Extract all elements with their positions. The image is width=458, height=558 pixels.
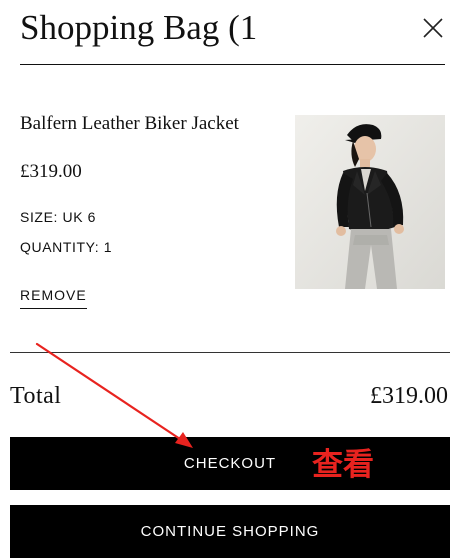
close-icon[interactable] (422, 17, 444, 39)
total-value: £319.00 (370, 383, 448, 409)
annotation-label: 查看 (312, 447, 374, 483)
page-title: Shopping Bag (1 (20, 8, 258, 47)
decorative-dot (180, 296, 182, 298)
continue-shopping-label: CONTINUE SHOPPING (140, 523, 320, 540)
product-size: SIZE: UK 6 (20, 209, 97, 225)
continue-shopping-button[interactable]: CONTINUE SHOPPING (10, 505, 450, 558)
product-photo (295, 115, 445, 289)
header-divider (20, 64, 445, 65)
checkout-button[interactable]: CHECKOUT (10, 437, 450, 490)
close-button[interactable] (422, 17, 444, 39)
product-quantity: QUANTITY: 1 (20, 239, 113, 255)
product-name[interactable]: Balfern Leather Biker Jacket (20, 112, 260, 135)
product-price: £319.00 (20, 161, 82, 182)
product-image[interactable] (295, 115, 445, 289)
checkout-button-label: CHECKOUT (183, 455, 277, 472)
summary-divider (10, 352, 450, 353)
remove-button[interactable]: REMOVE (20, 286, 87, 309)
total-label: Total (10, 383, 62, 409)
